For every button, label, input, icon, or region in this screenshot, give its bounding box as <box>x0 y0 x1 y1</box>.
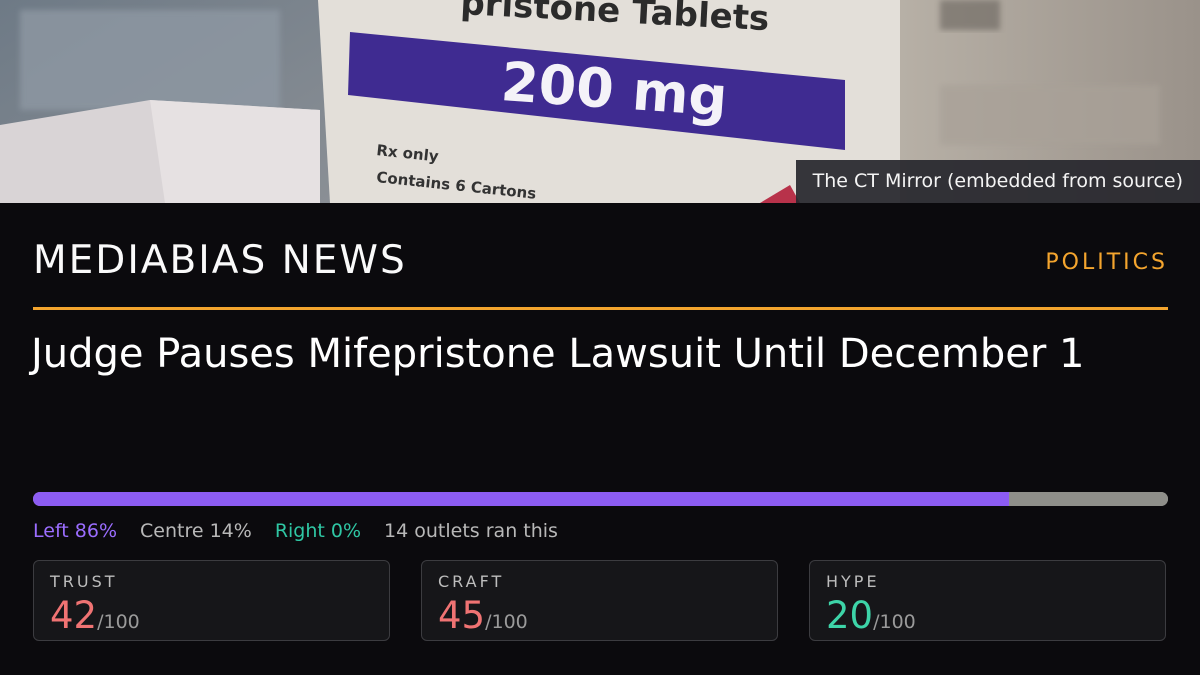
score-number: 20 <box>826 594 874 637</box>
score-label: HYPE <box>826 572 880 591</box>
brand-row: MEDIABIAS NEWS POLITICS <box>33 238 1168 290</box>
score-number: 42 <box>50 594 98 637</box>
score-max: /100 <box>97 611 140 633</box>
bias-left-label: Left 86% <box>33 520 118 542</box>
score-cards: TRUST 42/100 CRAFT 45/100 HYPE 20/100 <box>33 560 1168 643</box>
score-max: /100 <box>485 611 528 633</box>
article-headline[interactable]: Judge Pauses Mifepristone Lawsuit Until … <box>31 328 1171 380</box>
score-max: /100 <box>873 611 916 633</box>
hero-image: pristone Tablets 200 mg Rx only Contains… <box>0 0 1200 203</box>
category-label[interactable]: POLITICS <box>1045 250 1168 275</box>
bias-distribution-bar <box>33 492 1168 506</box>
outlet-count: 14 outlets ran this <box>384 520 558 542</box>
trust-score-card: TRUST 42/100 <box>33 560 390 641</box>
score-value: 42/100 <box>50 594 140 644</box>
score-label: TRUST <box>50 572 118 591</box>
bias-centre-label: Centre 14% <box>140 520 252 542</box>
score-value: 45/100 <box>438 594 528 644</box>
image-caption: The CT Mirror (embedded from source) <box>795 160 1200 203</box>
accent-divider <box>33 307 1168 310</box>
site-brand[interactable]: MEDIABIAS NEWS <box>33 238 407 283</box>
hype-score-card: HYPE 20/100 <box>809 560 1166 641</box>
bias-right-label: Right 0% <box>274 520 362 542</box>
score-value: 20/100 <box>826 594 916 644</box>
bias-bar-left-segment <box>33 492 1010 506</box>
bias-legend: Left 86% Centre 14% Right 0% 14 outlets … <box>33 518 558 544</box>
score-number: 45 <box>438 594 486 637</box>
craft-score-card: CRAFT 45/100 <box>421 560 778 641</box>
bias-bar-centre-segment <box>1009 492 1168 506</box>
score-label: CRAFT <box>438 572 505 591</box>
